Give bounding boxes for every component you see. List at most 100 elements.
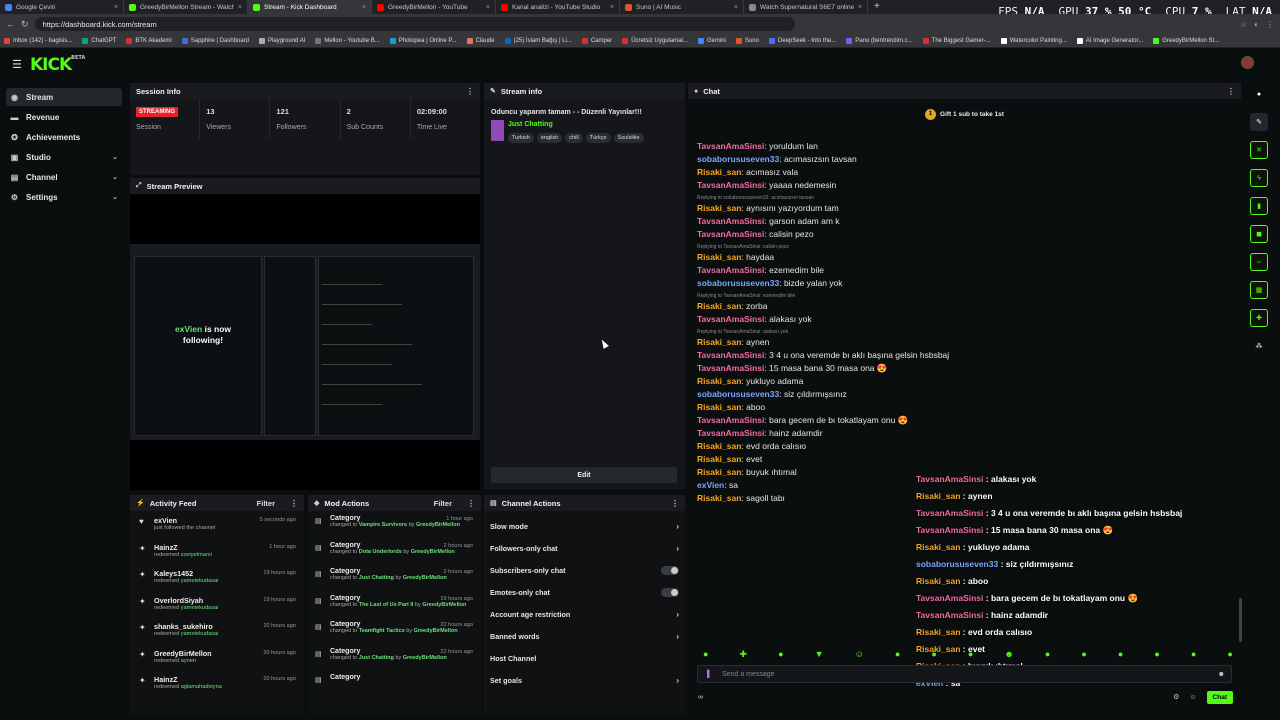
mod-action-target[interactable]: The Last of Us Part II: [359, 602, 414, 608]
chat-username[interactable]: sobaborususeven33: [697, 154, 779, 164]
bookmark-item[interactable]: Claude: [466, 37, 495, 44]
mod-action-target[interactable]: Just Chatting: [359, 575, 394, 581]
mod-action-user[interactable]: GreedyBirMellon: [403, 575, 447, 581]
chat-icon[interactable]: ◼: [1250, 225, 1268, 243]
channel-action-set-goals[interactable]: Set goals ›: [484, 669, 685, 691]
reload-icon[interactable]: ↻: [21, 19, 29, 30]
new-tab-icon[interactable]: +: [868, 0, 886, 14]
emoji-icon[interactable]: ☻: [1218, 671, 1225, 678]
crosshair-icon[interactable]: ✕: [1250, 141, 1268, 159]
chat-input[interactable]: ▌ Send a message ☻: [697, 665, 1232, 683]
star-icon[interactable]: ☆: [1240, 20, 1247, 29]
emote-icon[interactable]: ●: [1191, 649, 1196, 660]
bookmark-item[interactable]: Watercolor Painting...: [1000, 37, 1067, 44]
category-name[interactable]: Just Chatting: [508, 121, 678, 128]
chat-username[interactable]: Risaki_san: [697, 441, 741, 451]
close-icon[interactable]: ×: [362, 4, 366, 11]
emote-icon[interactable]: ✚: [740, 649, 748, 660]
emote-icon[interactable]: ●: [778, 649, 783, 660]
avatar[interactable]: [1241, 56, 1254, 69]
link-icon[interactable]: ⇔: [1250, 253, 1268, 271]
chat-username[interactable]: TavsanAmaSinsi: [697, 314, 764, 324]
chat-username[interactable]: TavsanAmaSinsi: [697, 216, 764, 226]
bookmark-item[interactable]: Inbox (142) - bagisis...: [4, 37, 72, 44]
emote-icon[interactable]: ●: [1081, 649, 1086, 660]
url-field[interactable]: https://dashboard.kick.com/stream: [34, 17, 795, 31]
mod-action-target[interactable]: Teamfight Tactics: [359, 628, 405, 634]
close-icon[interactable]: ×: [610, 4, 614, 11]
mic-icon[interactable]: ▌: [707, 671, 712, 678]
browser-tab[interactable]: Watch Supernatural S6E7 online ×: [744, 0, 868, 14]
emote-icon[interactable]: ●: [931, 649, 936, 660]
kebab-icon[interactable]: ⋮: [1227, 87, 1235, 96]
chat-username[interactable]: exVien: [697, 480, 724, 490]
bookmark-item[interactable]: Ücretsiz Uygulamal...: [622, 37, 688, 44]
hamburger-icon[interactable]: ☰: [12, 58, 22, 71]
sidebar-item-channel[interactable]: ▤ Channel ⌄: [6, 168, 122, 186]
close-icon[interactable]: ×: [238, 4, 242, 11]
info-icon[interactable]: ●: [1250, 85, 1268, 103]
emote-icon[interactable]: ●: [895, 649, 900, 660]
close-icon[interactable]: ×: [734, 4, 738, 11]
emote-icon[interactable]: ☺: [855, 649, 864, 660]
emote-icon[interactable]: ●: [703, 649, 708, 660]
toggle-switch[interactable]: [661, 587, 679, 597]
bookmark-item[interactable]: Playground AI: [259, 37, 305, 44]
bookmark-item[interactable]: GreedyBirMellon St...: [1153, 37, 1219, 44]
tag-chip[interactable]: Soulslike: [613, 133, 644, 143]
filter-button[interactable]: Filter: [257, 499, 275, 508]
bolt-icon[interactable]: ϟ: [1250, 169, 1268, 187]
bookmark-item[interactable]: Mellon - Youtube B...: [315, 37, 380, 44]
chat-username[interactable]: TavsanAmaSinsi: [697, 428, 764, 438]
kick-logo[interactable]: KICKBETA: [30, 55, 85, 75]
bookmark-item[interactable]: Suno: [735, 37, 759, 44]
mod-action-user[interactable]: GreedyBirMellon: [403, 655, 447, 661]
mod-action-target[interactable]: Just Chatting: [359, 655, 394, 661]
channel-action-slow-mode[interactable]: Slow mode ›: [484, 515, 685, 537]
chat-scrollbar[interactable]: [1239, 598, 1242, 642]
chat-username[interactable]: TavsanAmaSinsi: [697, 141, 764, 151]
trash-icon[interactable]: ▮: [1250, 197, 1268, 215]
pencil-icon[interactable]: ✎: [1250, 113, 1268, 131]
chat-username[interactable]: Risaki_san: [697, 337, 741, 347]
group-icon[interactable]: ⁂: [1250, 337, 1268, 355]
sidebar-item-achievements[interactable]: ✪ Achievements: [6, 128, 122, 146]
browser-tab[interactable]: GreedyBirMellon - YouTube ×: [372, 0, 496, 14]
chat-username[interactable]: Risaki_san: [697, 376, 741, 386]
back-icon[interactable]: ←: [6, 19, 15, 29]
bookmark-item[interactable]: Camper: [581, 37, 612, 44]
tag-chip[interactable]: english: [536, 133, 563, 143]
pinned-gift-banner[interactable]: 1 Gift 1 sub to take 1st: [688, 109, 1241, 120]
mod-action-target[interactable]: Vampire Survivors: [359, 522, 407, 528]
channel-action-account-age-restriction[interactable]: Account age restriction ›: [484, 603, 685, 625]
browser-tab[interactable]: Suno | AI Music ×: [620, 0, 744, 14]
chat-username[interactable]: sobaborususeven33: [697, 389, 779, 399]
sidebar-item-studio[interactable]: ▣ Studio ⌄: [6, 148, 122, 166]
wrench-icon[interactable]: ✚: [1250, 309, 1268, 327]
kebab-icon[interactable]: ⋮: [466, 87, 474, 96]
browser-tab[interactable]: Kanal analizi - YouTube Studio ×: [496, 0, 620, 14]
chat-username[interactable]: Risaki_san: [697, 167, 741, 177]
chat-username[interactable]: TavsanAmaSinsi: [697, 265, 764, 275]
emote-icon[interactable]: ☻: [1004, 649, 1013, 660]
chat-username[interactable]: Risaki_san: [697, 252, 741, 262]
emote-icon[interactable]: ●: [1154, 649, 1159, 660]
chat-username[interactable]: Risaki_san: [697, 301, 741, 311]
bookmark-item[interactable]: The Biggest Gamer-...: [922, 37, 991, 44]
channel-action-banned-words[interactable]: Banned words ›: [484, 625, 685, 647]
emote-icon[interactable]: ●: [1118, 649, 1123, 660]
sidebar-item-revenue[interactable]: ▬ Revenue: [6, 108, 122, 126]
close-icon[interactable]: ×: [114, 4, 118, 11]
close-icon[interactable]: ×: [486, 4, 490, 11]
tag-chip[interactable]: Turkish: [508, 133, 534, 143]
browser-tab[interactable]: Stream - Kick Dashboard ×: [248, 0, 372, 14]
bookmark-item[interactable]: Sapphire | Dashboard: [181, 37, 249, 44]
bookmark-item[interactable]: BTK Akademi: [126, 37, 172, 44]
users-icon[interactable]: ☺: [1189, 694, 1196, 701]
chat-username[interactable]: Risaki_san: [697, 467, 741, 477]
extension-icon[interactable]: ◐: [1254, 20, 1259, 29]
channel-action-emotes-only-chat[interactable]: Emotes-only chat: [484, 581, 685, 603]
filter-button[interactable]: Filter: [434, 499, 452, 508]
close-icon[interactable]: ×: [858, 4, 862, 11]
chat-username[interactable]: Risaki_san: [697, 454, 741, 464]
